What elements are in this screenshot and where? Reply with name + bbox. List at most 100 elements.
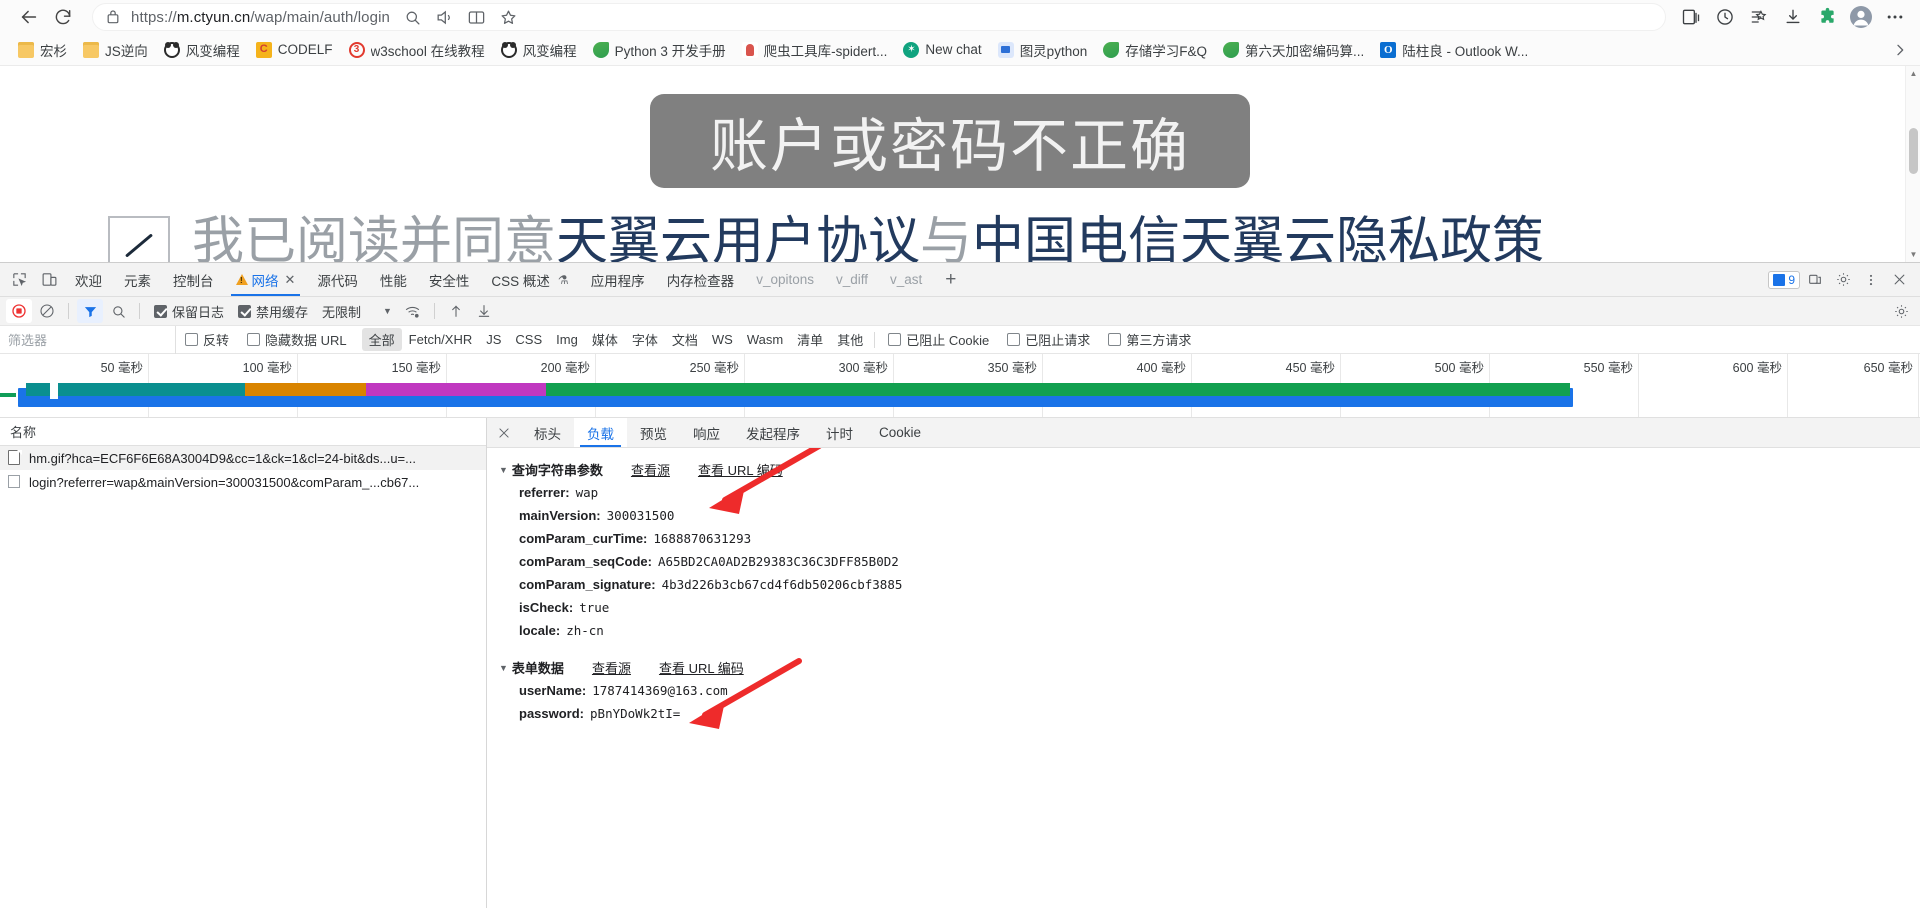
search-icon[interactable] <box>105 299 131 323</box>
tab-preview[interactable]: 预览 <box>627 418 680 447</box>
scroll-down-icon[interactable]: ▼ <box>1906 247 1920 262</box>
type-filter-fetch-xhr[interactable]: Fetch/XHR <box>402 330 480 349</box>
type-filter-doc[interactable]: 文档 <box>665 328 705 351</box>
inspect-element-icon[interactable] <box>4 263 34 296</box>
close-icon[interactable] <box>1886 267 1912 293</box>
page-scrollbar[interactable]: ▲ ▼ <box>1905 66 1920 262</box>
tab-v-diff[interactable]: v_diff <box>825 263 879 296</box>
gear-icon[interactable] <box>1888 299 1914 323</box>
bookmark-item[interactable]: JS逆向 <box>75 37 156 63</box>
tab-headers[interactable]: 标头 <box>521 418 574 447</box>
type-filter-wasm[interactable]: Wasm <box>740 330 790 349</box>
tab-sources[interactable]: 源代码 <box>306 263 369 296</box>
tab-css-overview[interactable]: CSS 概述 ⚗ <box>480 263 579 296</box>
tab-security[interactable]: 安全性 <box>418 263 481 296</box>
bookmark-item[interactable]: 宏杉 <box>10 37 75 63</box>
bookmark-item[interactable]: ✶ New chat <box>895 39 989 61</box>
agreement-link-privacy[interactable]: 中国电信天翼云隐私政策 <box>972 212 1544 262</box>
gear-icon[interactable] <box>1830 267 1856 293</box>
preserve-log-checkbox[interactable]: 保留日志 <box>148 302 230 321</box>
split-screen-icon[interactable] <box>462 3 492 31</box>
tab-application[interactable]: 应用程序 <box>580 263 656 296</box>
bookmark-item[interactable]: 第六天加密编码算... <box>1215 37 1372 63</box>
favorites-list-icon[interactable] <box>1744 3 1774 31</box>
type-filter-manifest[interactable]: 清单 <box>790 328 830 351</box>
scroll-up-icon[interactable]: ▲ <box>1906 66 1920 81</box>
import-har-icon[interactable] <box>443 299 469 323</box>
disable-cache-checkbox[interactable]: 禁用缓存 <box>232 302 314 321</box>
bookmark-item[interactable]: 风变编程 <box>493 37 585 63</box>
clear-icon[interactable] <box>34 299 60 323</box>
type-filter-css[interactable]: CSS <box>508 330 549 349</box>
checkbox-box[interactable] <box>154 304 167 318</box>
site-info-icon[interactable] <box>103 7 123 27</box>
tab-elements[interactable]: 元素 <box>113 263 162 296</box>
tab-payload[interactable]: 负载 <box>574 418 627 447</box>
bookmark-item[interactable]: 存储学习F&Q <box>1095 37 1215 63</box>
bookmark-item[interactable]: 图灵python <box>990 37 1096 63</box>
search-icon[interactable] <box>398 3 428 31</box>
export-har-icon[interactable] <box>471 299 497 323</box>
checkbox-box[interactable] <box>247 333 261 346</box>
profile-avatar-icon[interactable] <box>1846 3 1876 31</box>
bookmark-item[interactable]: 风变编程 <box>156 37 248 63</box>
extensions-icon[interactable] <box>1812 3 1842 31</box>
address-bar-url[interactable]: https://m.ctyun.cn/wap/main/auth/login <box>131 9 390 26</box>
tab-cookie[interactable]: Cookie <box>866 418 934 447</box>
address-bar[interactable]: https://m.ctyun.cn/wap/main/auth/login <box>92 3 1666 31</box>
settings-more-icon[interactable] <box>1880 3 1910 31</box>
view-source-link[interactable]: 查看源 <box>631 460 670 479</box>
view-url-encoded-link[interactable]: 查看 URL 编码 <box>659 658 744 677</box>
blocked-requests-checkbox[interactable]: 已阻止请求 <box>998 330 1099 349</box>
scrollbar-thumb[interactable] <box>1909 128 1918 174</box>
tab-v-ast[interactable]: v_ast <box>879 263 933 296</box>
blocked-cookies-checkbox[interactable]: 已阻止 Cookie <box>879 330 998 349</box>
agreement-link-terms[interactable]: 天翼云用户协议 <box>556 212 920 262</box>
network-conditions-icon[interactable] <box>400 299 426 323</box>
checkbox-box[interactable] <box>1108 333 1122 346</box>
type-filter-js[interactable]: JS <box>479 330 508 349</box>
history-icon[interactable] <box>1710 3 1740 31</box>
more-vertical-icon[interactable] <box>1858 267 1884 293</box>
tab-response[interactable]: 响应 <box>680 418 733 447</box>
table-row[interactable]: login?referrer=wap&mainVersion=300031500… <box>0 470 486 494</box>
third-party-checkbox[interactable]: 第三方请求 <box>1099 330 1200 349</box>
view-url-encoded-link[interactable]: 查看 URL 编码 <box>698 460 783 479</box>
messages-badge-icon[interactable]: 9 <box>1768 270 1800 289</box>
view-source-link[interactable]: 查看源 <box>592 658 631 677</box>
section-header-query-string[interactable]: ▼ 查询字符串参数 查看源 查看 URL 编码 <box>487 458 1920 481</box>
request-list-header[interactable]: 名称 <box>0 418 486 446</box>
checkbox-box[interactable] <box>1007 333 1021 346</box>
hide-data-urls-checkbox[interactable]: 隐藏数据 URL <box>238 330 356 349</box>
type-filter-ws[interactable]: WS <box>705 330 740 349</box>
downloads-icon[interactable] <box>1778 3 1808 31</box>
triangle-down-icon[interactable]: ▼ <box>499 663 508 673</box>
bookmark-item[interactable]: O 陆柱良 - Outlook W... <box>1372 37 1536 63</box>
network-overview-timeline[interactable]: 50 毫秒 100 毫秒 150 毫秒 200 毫秒 250 毫秒 300 毫秒… <box>0 354 1920 418</box>
type-filter-other[interactable]: 其他 <box>830 328 870 351</box>
tab-console[interactable]: 控制台 <box>162 263 225 296</box>
bookmark-item[interactable]: Python 3 开发手册 <box>585 37 734 63</box>
agreement-checkbox[interactable] <box>108 216 170 262</box>
plus-icon[interactable]: + <box>933 263 968 296</box>
type-filter-img[interactable]: Img <box>549 330 585 349</box>
close-icon[interactable] <box>487 418 521 447</box>
close-icon[interactable]: ✕ <box>285 272 296 288</box>
tab-performance[interactable]: 性能 <box>369 263 418 296</box>
throttling-select[interactable]: 无限制 ▼ <box>316 302 398 321</box>
tab-timing[interactable]: 计时 <box>813 418 866 447</box>
device-toolbar-icon[interactable] <box>34 263 64 296</box>
section-header-form-data[interactable]: ▼ 表单数据 查看源 查看 URL 编码 <box>487 656 1920 679</box>
tab-v-opitons[interactable]: v_opitons <box>745 263 825 296</box>
checkbox-box[interactable] <box>185 333 198 346</box>
tab-memory-inspector[interactable]: 内存检查器 <box>656 263 746 296</box>
tab-initiator[interactable]: 发起程序 <box>733 418 813 447</box>
collections-icon[interactable] <box>1676 3 1706 31</box>
reload-icon[interactable] <box>48 3 78 31</box>
filter-input[interactable]: 筛选器 <box>0 325 176 354</box>
tab-welcome[interactable]: 欢迎 <box>64 263 113 296</box>
favorite-star-icon[interactable] <box>494 3 524 31</box>
bookmark-item[interactable]: 3 w3school 在线教程 <box>341 37 493 63</box>
tab-network[interactable]: 网络 ✕ <box>225 263 307 296</box>
checkbox-box[interactable] <box>238 304 252 318</box>
